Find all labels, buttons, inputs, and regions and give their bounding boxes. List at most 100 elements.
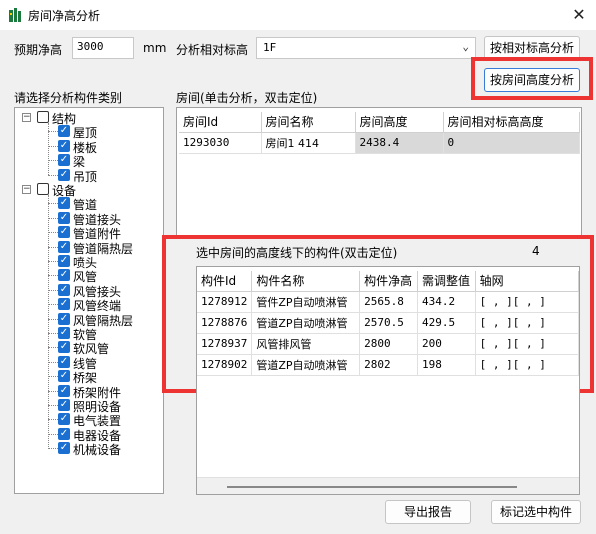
table-row[interactable]: 1278937 风管排风管 2800 200[ , ][ , ]	[197, 333, 579, 355]
item-checkbox[interactable]: ✓	[58, 154, 70, 167]
item-checkbox[interactable]: ✓	[58, 399, 70, 411]
item-checkbox[interactable]: ✓	[58, 413, 70, 426]
tree-connector	[48, 145, 58, 147]
column-header[interactable]: 需调整值	[417, 271, 476, 292]
item-checkbox[interactable]: ✓	[58, 327, 70, 339]
component-name-cell: 管件ZP自动喷淋管	[251, 291, 361, 313]
mark-selected-button[interactable]: 标记选中构件	[491, 500, 581, 524]
components-header-row: 构件Id 构件名称 构件净高 需调整值 轴网	[197, 271, 579, 292]
adjust-value-cell: 434.2	[417, 291, 476, 313]
item-checkbox[interactable]: ✓	[58, 226, 70, 239]
table-row[interactable]: 1293030 房间1 414 2438.4 0	[179, 132, 580, 154]
tree-connector	[48, 232, 58, 234]
column-header[interactable]: 房间高度	[355, 112, 444, 133]
column-header[interactable]: 房间Id	[179, 112, 262, 133]
tree-connector	[48, 195, 49, 449]
tree-connector	[48, 217, 58, 219]
item-checkbox[interactable]: ✓	[58, 312, 70, 325]
grid-axis-cell: [ , ][ , ]	[475, 354, 579, 376]
tree-connector	[48, 347, 58, 349]
item-checkbox[interactable]: ✓	[58, 255, 70, 267]
room-name-cell: 房间1 414	[261, 132, 356, 154]
tree-connector	[48, 419, 58, 421]
scrollbar-thumb[interactable]	[227, 486, 517, 488]
component-clearance-cell: 2802	[359, 354, 418, 376]
component-name-cell: 管道ZP自动喷淋管	[251, 312, 361, 334]
table-row[interactable]: 1278912 管件ZP自动喷淋管 2565.8 434.2[ , ][ , ]	[197, 291, 579, 313]
table-row[interactable]: 1278902 管道ZP自动喷淋管 2802 198[ , ][ , ]	[197, 354, 579, 376]
item-checkbox[interactable]: ✓	[58, 341, 70, 354]
components-heading: 选中房间的高度线下的构件(双击定位)	[196, 246, 398, 260]
column-header[interactable]: 房间相对标高高度	[443, 112, 580, 133]
components-table-panel[interactable]: 构件Id 构件名称 构件净高 需调整值 轴网 1278912 管件ZP自动喷淋管 2…	[196, 266, 580, 495]
rooms-table-panel[interactable]: 房间Id 房间名称 房间高度 房间相对标高高度 1293030 房间1 414 …	[176, 107, 582, 237]
tree-connector	[48, 203, 58, 205]
category-tree[interactable]: − 结构 ✓ 屋顶 ✓ 楼板 ✓ 梁 ✓ 吊顶 − 设备 ✓ 管道 ✓ 管道接头 ✓ 管道附件 ✓ 管道隔热层 ✓ 喷头 ✓…	[14, 107, 164, 494]
export-report-button[interactable]: 导出报告	[385, 500, 471, 524]
tree-connector	[48, 333, 58, 334]
group-checkbox[interactable]	[37, 183, 49, 195]
column-header[interactable]: 轴网	[475, 271, 579, 292]
component-clearance-cell: 2570.5	[359, 312, 418, 334]
tree-connector	[48, 275, 58, 277]
item-checkbox[interactable]: ✓	[58, 168, 70, 181]
component-id-cell: 1278902	[197, 354, 253, 376]
room-id-cell: 1293030	[179, 132, 262, 154]
tree-connector	[48, 261, 58, 262]
component-id-cell: 1278937	[197, 333, 253, 355]
grid-axis-cell: [ , ][ , ]	[475, 312, 579, 334]
column-header[interactable]: 构件名称	[251, 271, 361, 292]
item-checkbox[interactable]: ✓	[58, 125, 70, 138]
horizontal-scrollbar[interactable]	[197, 477, 579, 494]
rooms-table: 房间Id 房间名称 房间高度 房间相对标高高度 1293030 房间1 414 …	[179, 112, 580, 154]
tree-connector	[48, 376, 58, 378]
group-checkbox[interactable]	[37, 111, 49, 123]
collapse-toggle-icon[interactable]: −	[22, 185, 31, 194]
item-checkbox[interactable]: ✓	[58, 283, 70, 296]
item-checkbox[interactable]: ✓	[58, 427, 70, 440]
component-name-cell: 风管排风管	[251, 333, 361, 355]
column-header[interactable]: 构件Id	[197, 271, 253, 292]
tree-connector	[48, 433, 58, 435]
components-count: 4	[532, 244, 540, 258]
item-checkbox[interactable]: ✓	[58, 269, 70, 282]
category-tree-heading: 请选择分析构件类别	[14, 91, 123, 105]
tree-item-label: 机械设备	[73, 443, 122, 458]
tree-item-label: 吊顶	[73, 169, 98, 184]
tree-connector	[48, 174, 58, 176]
tree-connector	[48, 304, 58, 306]
table-row[interactable]: 1278876 管道ZP自动喷淋管 2570.5 429.5[ , ][ , ]	[197, 312, 579, 334]
tree-connector	[48, 318, 58, 320]
tree-connector	[48, 160, 58, 162]
analyze-by-room-height-button[interactable]: 按房间高度分析	[484, 68, 580, 92]
grid-axis-cell: [ , ][ , ]	[475, 291, 579, 313]
adjust-value-cell: 198	[417, 354, 476, 376]
rooms-heading: 房间(单击分析，双击定位)	[176, 91, 318, 105]
item-checkbox[interactable]: ✓	[58, 442, 70, 455]
item-checkbox[interactable]: ✓	[58, 355, 70, 368]
item-checkbox[interactable]: ✓	[58, 211, 70, 224]
expected-height-input[interactable]: 3000	[72, 37, 134, 59]
column-header[interactable]: 房间名称	[261, 112, 356, 133]
relative-elevation-label: 分析相对标高	[176, 43, 249, 57]
component-clearance-cell: 2565.8	[359, 291, 418, 313]
component-id-cell: 1278912	[197, 291, 253, 313]
close-icon[interactable]: ✕	[566, 3, 592, 27]
item-checkbox[interactable]: ✓	[58, 384, 70, 397]
tree-connector	[48, 246, 58, 248]
item-checkbox[interactable]: ✓	[58, 370, 70, 383]
relative-elevation-select[interactable]: 1F ⌄	[256, 37, 476, 59]
item-checkbox[interactable]: ✓	[58, 298, 70, 311]
component-name-cell: 管道ZP自动喷淋管	[251, 354, 361, 376]
item-checkbox[interactable]: ✓	[58, 240, 70, 253]
tree-connector	[48, 361, 58, 363]
tree-connector	[48, 123, 49, 175]
adjust-value-cell: 200	[417, 333, 476, 355]
item-checkbox[interactable]: ✓	[58, 139, 70, 152]
tree-connector	[48, 405, 58, 406]
collapse-toggle-icon[interactable]: −	[22, 113, 31, 122]
tree-connector	[48, 131, 58, 133]
component-id-cell: 1278876	[197, 312, 253, 334]
column-header[interactable]: 构件净高	[359, 271, 418, 292]
item-checkbox[interactable]: ✓	[58, 197, 70, 210]
